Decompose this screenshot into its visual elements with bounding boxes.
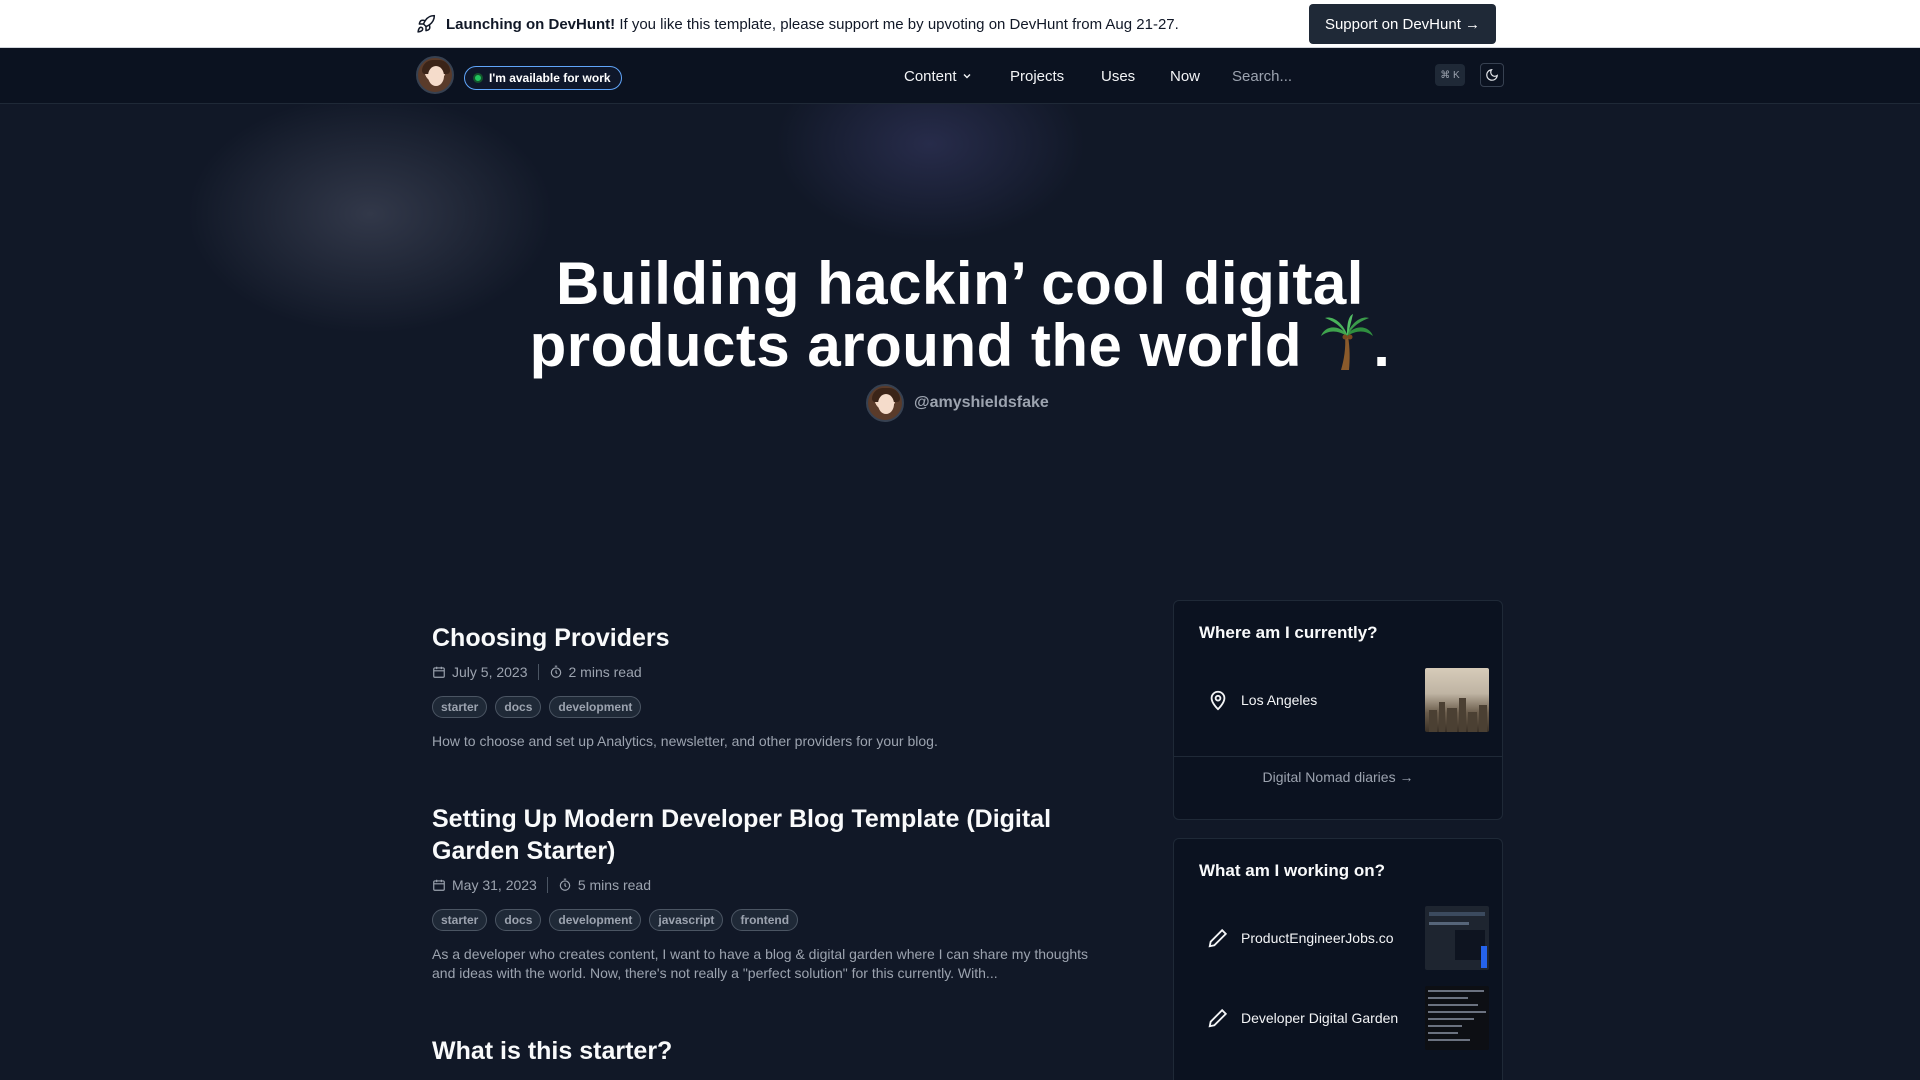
thumb-line bbox=[1428, 1025, 1462, 1027]
thumb-building bbox=[1459, 698, 1466, 732]
post-read-time: 5 mins read bbox=[577, 877, 651, 893]
map-pin-icon bbox=[1210, 690, 1226, 711]
thumb-line bbox=[1428, 990, 1484, 992]
avatar[interactable] bbox=[416, 56, 454, 94]
thumb-building bbox=[1429, 710, 1437, 732]
author-avatar-face bbox=[878, 394, 894, 414]
pencil-icon bbox=[1208, 928, 1228, 948]
tag-chip[interactable]: docs bbox=[495, 909, 542, 931]
moon-icon bbox=[1486, 69, 1498, 81]
tag-chip[interactable]: docs bbox=[495, 696, 542, 718]
hero-section: Building hackin’ cool digital products a… bbox=[0, 104, 1920, 574]
available-for-work-badge[interactable]: I'm available for work bbox=[464, 66, 622, 90]
palm-tree-icon bbox=[1321, 314, 1374, 370]
post-item: What is this starter? bbox=[432, 1035, 1112, 1067]
pencil-icon bbox=[1208, 1008, 1228, 1028]
nav-content-label: Content bbox=[904, 67, 957, 85]
tag-chip[interactable]: starter bbox=[432, 909, 488, 931]
thumb-accent bbox=[1481, 946, 1487, 968]
post-date: May 31, 2023 bbox=[452, 877, 537, 893]
post-item: Setting Up Modern Developer Blog Templat… bbox=[432, 803, 1112, 983]
status-dot-icon bbox=[473, 73, 483, 83]
post-tags: starter docs development bbox=[432, 696, 1112, 718]
post-title[interactable]: Choosing Providers bbox=[432, 622, 1112, 654]
tag-chip[interactable]: frontend bbox=[731, 909, 799, 931]
thumb-line bbox=[1429, 912, 1485, 916]
hero-title-line-1: Building hackin’ cool digital bbox=[556, 250, 1364, 317]
post-description: As a developer who creates content, I wa… bbox=[432, 946, 1089, 981]
project-name: Developer Digital Garden bbox=[1241, 1010, 1399, 1026]
thumb-building bbox=[1479, 705, 1487, 732]
working-on-card: What am I working on? ProductEngineerJob… bbox=[1173, 838, 1503, 1080]
city-thumbnail bbox=[1425, 668, 1489, 732]
thumb-line bbox=[1428, 1032, 1458, 1034]
project-name: ProductEngineerJobs.co bbox=[1241, 930, 1394, 946]
meta-divider bbox=[537, 664, 539, 680]
nav-uses-link[interactable]: Uses bbox=[1101, 66, 1135, 86]
project-thumbnail bbox=[1425, 906, 1489, 970]
hero-title-period: . bbox=[1373, 312, 1391, 379]
author-byline[interactable]: @amyshieldsfake bbox=[866, 384, 1049, 422]
tag-chip[interactable]: development bbox=[549, 696, 642, 718]
rocket-icon bbox=[417, 14, 436, 33]
tag-chip[interactable]: javascript bbox=[649, 909, 724, 931]
post-title[interactable]: Setting Up Modern Developer Blog Templat… bbox=[432, 803, 1112, 867]
chevron-down-icon bbox=[963, 74, 971, 79]
post-title[interactable]: What is this starter? bbox=[432, 1035, 1112, 1067]
meta-divider bbox=[546, 877, 548, 893]
banner-message: Launching on DevHunt! If you like this t… bbox=[446, 16, 1179, 33]
author-avatar bbox=[866, 384, 904, 422]
thumb-line bbox=[1429, 922, 1469, 925]
stopwatch-icon bbox=[559, 878, 571, 891]
post-description: How to choose and set up Analytics, news… bbox=[432, 733, 938, 749]
nav-projects-link[interactable]: Projects bbox=[1010, 66, 1064, 86]
theme-toggle-button[interactable] bbox=[1480, 63, 1504, 87]
announcement-banner: Launching on DevHunt! If you like this t… bbox=[0, 0, 1920, 48]
support-devhunt-button[interactable]: Support on DevHunt → bbox=[1309, 4, 1496, 44]
author-handle: @amyshieldsfake bbox=[914, 394, 1049, 411]
search-shortcut-hint: ⌘ K bbox=[1435, 64, 1465, 86]
thumb-building bbox=[1447, 708, 1457, 732]
calendar-icon bbox=[433, 666, 445, 678]
calendar-icon bbox=[433, 879, 445, 891]
location-row[interactable]: Los Angeles bbox=[1199, 668, 1489, 732]
tag-chip[interactable]: starter bbox=[432, 696, 488, 718]
nav-now-link[interactable]: Now bbox=[1170, 66, 1200, 86]
thumb-building bbox=[1468, 712, 1477, 732]
thumb-building bbox=[1439, 702, 1445, 732]
post-item: Choosing Providers July 5, 2023 2 mins r… bbox=[432, 622, 1112, 751]
thumb-line bbox=[1428, 1039, 1470, 1041]
card-divider bbox=[1174, 756, 1502, 757]
post-meta: July 5, 2023 2 mins read bbox=[432, 662, 1112, 682]
project-thumbnail bbox=[1425, 986, 1489, 1050]
post-read-time: 2 mins read bbox=[568, 664, 642, 680]
banner-content: Launching on DevHunt! If you like this t… bbox=[416, 0, 1179, 48]
banner-title: Launching on DevHunt! bbox=[446, 15, 616, 33]
thumb-line bbox=[1428, 1011, 1486, 1013]
location-name: Los Angeles bbox=[1241, 692, 1318, 708]
banner-body: If you like this template, please suppor… bbox=[615, 15, 1179, 33]
tag-chip[interactable]: development bbox=[549, 909, 642, 931]
stopwatch-icon bbox=[550, 665, 561, 678]
location-card: Where am I currently? Los Angeles Digita… bbox=[1173, 600, 1503, 820]
thumb-line bbox=[1428, 1004, 1478, 1006]
hero-title-line-2-text: products around the world bbox=[529, 312, 1320, 379]
nav-content-menu[interactable]: Content bbox=[904, 66, 972, 86]
hero-title: Building hackin’ cool digital products a… bbox=[0, 254, 1920, 376]
project-row[interactable]: Developer Digital Garden bbox=[1199, 986, 1489, 1050]
digital-nomad-link[interactable]: Digital Nomad diaries → bbox=[1174, 769, 1502, 785]
thumb-line bbox=[1428, 997, 1468, 999]
post-meta: May 31, 2023 5 mins read bbox=[432, 875, 1112, 895]
available-label: I'm available for work bbox=[489, 71, 611, 85]
hero-title-line-2: products around the world . bbox=[0, 314, 1920, 376]
post-tags: starter docs development javascript fron… bbox=[432, 909, 1112, 931]
card-title: What am I working on? bbox=[1199, 861, 1386, 880]
post-date: July 5, 2023 bbox=[452, 664, 528, 680]
top-nav: I'm available for work Content Projects … bbox=[0, 48, 1920, 104]
thumb-line bbox=[1428, 1018, 1474, 1020]
card-title: Where am I currently? bbox=[1199, 623, 1378, 642]
avatar-face bbox=[428, 66, 444, 86]
search-input[interactable] bbox=[1232, 64, 1466, 88]
project-row[interactable]: ProductEngineerJobs.co bbox=[1199, 906, 1489, 970]
